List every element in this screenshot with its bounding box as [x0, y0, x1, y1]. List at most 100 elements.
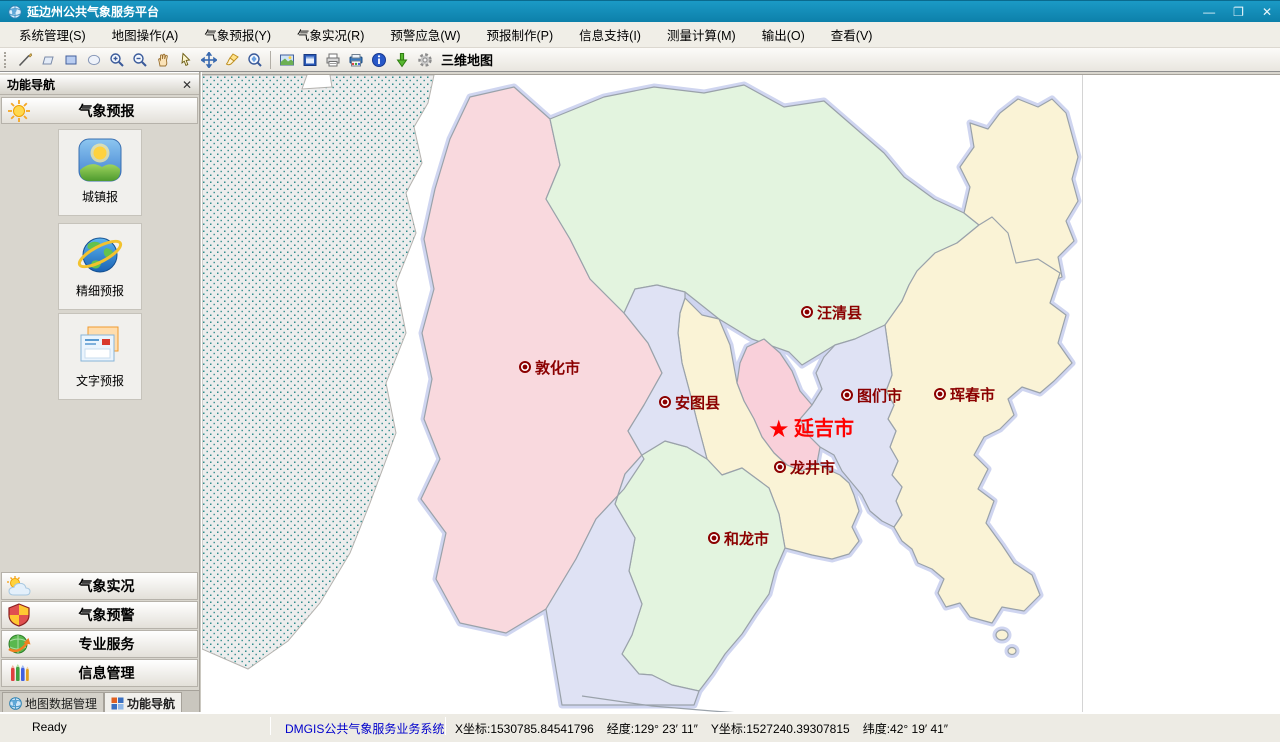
label-wangqing: 汪清县 — [817, 304, 862, 322]
toolbar-separator — [270, 51, 271, 69]
menu-bar: 系统管理(S) 地图操作(A) 气象预报(Y) 气象实况(R) 预警应急(W) … — [0, 22, 1280, 48]
region-hunchun[interactable] — [885, 217, 1072, 623]
draw-ellipse-icon[interactable] — [82, 49, 105, 71]
island[interactable] — [996, 630, 1008, 640]
label-longjing: 龙井市 — [789, 459, 835, 477]
menu-forecast[interactable]: 气象预报(Y) — [191, 21, 284, 48]
print-color-icon[interactable] — [344, 49, 367, 71]
menu-view[interactable]: 查看(V) — [818, 21, 886, 48]
town-forecast-icon — [76, 136, 124, 184]
globe-arrow-icon — [2, 632, 36, 656]
status-x-coord: X坐标:1530785.84541796 — [455, 720, 594, 737]
panel-close-icon[interactable]: ✕ — [182, 78, 192, 92]
function-nav-window-icon — [111, 697, 124, 710]
text-forecast-document-icon — [76, 320, 124, 368]
city-marker-dot — [523, 365, 528, 370]
menu-output[interactable]: 输出(O) — [749, 21, 818, 48]
section-weather-warning[interactable]: 气象预警 — [1, 601, 198, 629]
menu-system[interactable]: 系统管理(S) — [6, 21, 99, 48]
tab-label: 功能导航 — [127, 695, 175, 712]
menu-forecast-make[interactable]: 预报制作(P) — [474, 21, 567, 48]
select-arrow-icon[interactable] — [174, 49, 197, 71]
button-label: 精细预报 — [76, 282, 124, 299]
city-marker-dot — [712, 536, 717, 541]
minimize-button[interactable]: — — [1203, 2, 1215, 22]
section-live-weather[interactable]: 气象实况 — [1, 572, 198, 600]
draw-polygon-icon[interactable] — [36, 49, 59, 71]
clear-brush-icon[interactable] — [220, 49, 243, 71]
map-canvas[interactable]: 敦化市 汪清县 珲春市 图们市 龙井市 和龙市 安图县 ★ — [202, 75, 1280, 713]
menu-info-support[interactable]: 信息支持(I) — [566, 21, 654, 48]
print-icon[interactable] — [321, 49, 344, 71]
tab-label: 地图数据管理 — [25, 695, 97, 712]
tab-function-nav[interactable]: 功能导航 — [104, 692, 182, 713]
mode-3d-map-label[interactable]: 三维地图 — [441, 50, 493, 69]
info-icon[interactable] — [367, 49, 390, 71]
function-nav-panel: 功能导航 ✕ 气象预报 城镇报 — [0, 72, 199, 712]
label-yanji: 延吉市 — [793, 416, 854, 440]
label-helong: 和龙市 — [724, 530, 769, 548]
menu-measure[interactable]: 测量计算(M) — [654, 21, 749, 48]
pan-hand-icon[interactable] — [151, 49, 174, 71]
section-weather-forecast[interactable]: 气象预报 — [1, 97, 198, 124]
zoom-out-icon[interactable] — [128, 49, 151, 71]
panel-title: 功能导航 — [7, 76, 55, 93]
section-label: 信息管理 — [36, 663, 197, 683]
menu-map-ops[interactable]: 地图操作(A) — [99, 21, 192, 48]
city-marker-dot — [938, 392, 943, 397]
export-image-icon[interactable] — [275, 49, 298, 71]
status-coordinates: X坐标:1530785.84541796 经度:129° 23′ 11″ Y坐标… — [455, 720, 948, 737]
status-system-name: DMGIS公共气象服务业务系统 — [285, 720, 444, 737]
close-button[interactable]: ✕ — [1262, 2, 1272, 22]
section-info-management[interactable]: 信息管理 — [1, 659, 198, 687]
status-separator — [445, 717, 446, 735]
fine-forecast-button[interactable]: 精细预报 — [58, 223, 142, 310]
shield-icon — [2, 603, 36, 627]
pencils-icon — [2, 662, 36, 684]
toolbar-grip[interactable] — [4, 52, 9, 68]
section-label: 气象实况 — [36, 576, 197, 596]
draw-line-icon[interactable] — [13, 49, 36, 71]
sun-cloud-icon — [2, 575, 36, 597]
app-globe-icon — [8, 5, 22, 19]
status-ready: Ready — [32, 720, 67, 734]
section-professional-service[interactable]: 专业服务 — [1, 630, 198, 658]
maximize-button[interactable]: ❐ — [1233, 2, 1244, 22]
panel-tabs: 地图数据管理 功能导航 — [0, 690, 199, 713]
legend-window-icon[interactable] — [298, 49, 321, 71]
section-label: 气象预警 — [36, 605, 197, 625]
section-label: 气象预报 — [36, 101, 197, 121]
town-forecast-button[interactable]: 城镇报 — [58, 129, 142, 216]
outside-area — [202, 75, 434, 669]
tab-map-data-management[interactable]: 地图数据管理 — [2, 692, 104, 713]
settings-gear-icon[interactable] — [413, 49, 436, 71]
label-hunchun: 珲春市 — [950, 386, 995, 404]
main-area: 功能导航 ✕ 气象预报 城镇报 — [0, 72, 1280, 712]
text-forecast-button[interactable]: 文字预报 — [58, 313, 142, 400]
city-marker-dot — [663, 400, 668, 405]
map-view[interactable]: 敦化市 汪清县 珲春市 图们市 龙井市 和龙市 安图县 ★ — [202, 74, 1280, 712]
status-latitude: 纬度:42° 19′ 41″ — [863, 720, 948, 737]
panel-header: 功能导航 ✕ — [0, 75, 199, 95]
map-data-globe-icon — [9, 697, 22, 710]
city-marker-dot — [845, 393, 850, 398]
capital-star-icon: ★ — [768, 416, 790, 443]
title-bar: 延边州公共气象服务平台 — ❐ ✕ — [0, 0, 1280, 22]
move-icon[interactable] — [197, 49, 220, 71]
sun-icon — [2, 99, 36, 123]
city-marker-dot — [805, 310, 810, 315]
zoom-extent-icon[interactable] — [243, 49, 266, 71]
label-dunhua: 敦化市 — [535, 359, 580, 377]
menu-live-weather[interactable]: 气象实况(R) — [284, 21, 377, 48]
fine-forecast-globe-icon — [76, 230, 124, 278]
draw-rectangle-icon[interactable] — [59, 49, 82, 71]
status-longitude: 经度:129° 23′ 11″ — [607, 720, 698, 737]
window-title: 延边州公共气象服务平台 — [27, 3, 159, 20]
island[interactable] — [1008, 648, 1016, 655]
label-tumen: 图们市 — [857, 387, 902, 405]
zoom-in-icon[interactable] — [105, 49, 128, 71]
download-arrow-icon[interactable] — [390, 49, 413, 71]
menu-warning[interactable]: 预警应急(W) — [377, 21, 473, 48]
city-marker-dot — [778, 465, 783, 470]
section-label: 专业服务 — [36, 634, 197, 654]
